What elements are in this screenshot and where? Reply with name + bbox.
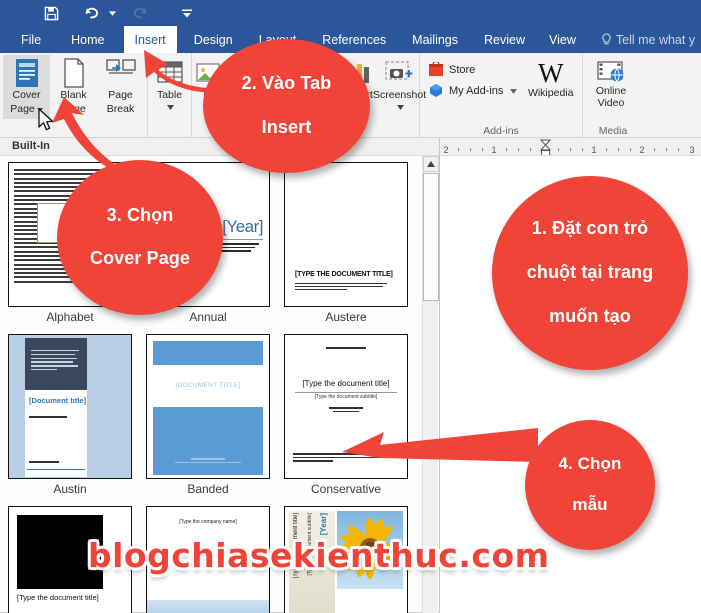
undo-icon[interactable]: [76, 0, 106, 26]
conservative-subtitle-text: [Type the document subtitle]: [314, 394, 378, 400]
ribbon-tab-strip: File Home Insert Design Layout Reference…: [0, 26, 701, 53]
screenshot-icon: [384, 58, 416, 88]
austin-title-text: [Document title]: [29, 396, 87, 405]
tab-home[interactable]: Home: [60, 26, 115, 53]
tables-group-label: [151, 124, 188, 138]
media-group-label: Media: [598, 125, 628, 137]
wikipedia-label: Wikipedia: [527, 87, 574, 99]
tab-file[interactable]: File: [10, 26, 52, 53]
row3-sunflower-year-text: [Year]: [319, 513, 328, 536]
tab-review[interactable]: Review: [473, 26, 536, 53]
callout-3-line-1: 3. Chọn: [106, 204, 174, 225]
callout-1-line-2: chuột tại trang: [526, 262, 654, 283]
table-dropdown-icon[interactable]: [167, 102, 174, 114]
row3-black-title-text: [Type the document title]: [17, 593, 99, 602]
callout-4-line-2: mẫu: [572, 495, 608, 515]
lightbulb-icon: [602, 32, 611, 44]
template-cell-austere[interactable]: [TYPE THE DOCUMENT TITLE] Austere: [284, 162, 408, 326]
template-name-conservative: Conservative: [310, 482, 382, 496]
scrollbar-thumb[interactable]: [423, 173, 439, 301]
ruler-tick-2-left: 2: [443, 145, 449, 155]
conservative-title-text: [Type the document title]: [302, 379, 390, 388]
banded-top-band: [153, 341, 263, 365]
annual-year-text: [Year]: [222, 217, 263, 236]
ribbon-group-addins: Store My Add-ins W Wikipedia Add-ins: [420, 53, 583, 138]
redo-icon[interactable]: [126, 0, 156, 26]
tab-mailings[interactable]: Mailings: [401, 26, 469, 53]
callout-2-line-2: Insert: [261, 116, 312, 137]
ribbon-tabs: File Home Insert Design Layout Reference…: [0, 26, 701, 53]
ruler-tick-3-right: 3: [689, 145, 695, 155]
conservative-header-lines: [285, 347, 407, 351]
template-thumbnail-austin[interactable]: [Document title]: [8, 334, 132, 479]
cover-page-icon: [14, 58, 40, 88]
tell-me-label: Tell me what y: [615, 32, 696, 47]
ruler-tick-2-right: 2: [639, 145, 645, 155]
banded-title-text: [DOCUMENT TITLE]: [175, 382, 241, 389]
template-cell-banded[interactable]: [DOCUMENT TITLE] Banded: [146, 334, 270, 498]
indent-marker-icon[interactable]: [539, 139, 552, 155]
callout-3: 3. Chọn Cover Page: [57, 160, 223, 315]
addins-group-label: Add-ins: [483, 125, 519, 137]
template-cell-austin[interactable]: [Document title] Austin: [8, 334, 132, 498]
arrow-to-template-conservative: [342, 428, 538, 462]
horizontal-ruler[interactable]: 2 1 1 2 3: [430, 138, 701, 156]
scroll-up-arrow-icon[interactable]: [423, 156, 439, 172]
austere-body-lines: [295, 283, 387, 292]
online-video-button[interactable]: Online Video: [586, 55, 636, 109]
callout-4: 4. Chọn mẫu: [525, 420, 655, 550]
callout-4-line-1: 4. Chọn: [558, 453, 622, 473]
wikipedia-icon: W: [537, 58, 564, 88]
my-addins-label: My Add-ins: [449, 84, 504, 97]
callout-2: 2. Vào Tab Insert: [203, 39, 370, 173]
ribbon-group-media: Online Video Media: [583, 53, 643, 138]
conservative-middle-lines: [285, 407, 407, 414]
wikipedia-button[interactable]: W Wikipedia: [522, 55, 579, 99]
ruler-tick-1-left: 1: [491, 145, 497, 155]
site-watermark: blogchiasekienthuc.com: [88, 536, 550, 575]
annual-subtitle-lines: [221, 243, 261, 254]
callout-3-line-2: Cover Page: [89, 248, 191, 269]
callout-1-line-1: 1. Đặt con trỏ: [531, 218, 649, 239]
template-thumbnail-austere[interactable]: [TYPE THE DOCUMENT TITLE]: [284, 162, 408, 307]
screenshot-button[interactable]: Screenshot: [373, 55, 426, 119]
undo-dropdown-icon[interactable]: [106, 0, 118, 26]
my-addins-dropdown-icon[interactable]: [510, 85, 518, 97]
template-thumbnail-banded[interactable]: [DOCUMENT TITLE]: [146, 334, 270, 479]
template-name-austere: Austere: [325, 310, 367, 324]
store-button[interactable]: Store: [423, 59, 522, 80]
banded-bottom-band: [153, 407, 263, 475]
blank-page-icon: [62, 58, 86, 88]
tell-me-box[interactable]: Tell me what y: [587, 26, 695, 53]
online-video-label-2: Video: [597, 96, 625, 109]
quick-access-toolbar: [0, 0, 202, 26]
customize-qat-icon[interactable]: [172, 0, 202, 26]
tab-view[interactable]: View: [538, 26, 587, 53]
template-name-banded: Banded: [187, 482, 229, 496]
word-insert-cover-page-screenshot: File Home Insert Design Layout Reference…: [0, 0, 701, 613]
template-name-austin: Austin: [53, 482, 87, 496]
online-video-icon: [596, 58, 626, 86]
austin-dark-block: [25, 338, 87, 390]
template-name-alphabet: Alphabet: [46, 310, 94, 324]
save-icon[interactable]: [36, 0, 66, 26]
store-label: Store: [449, 63, 476, 76]
my-addins-button[interactable]: My Add-ins: [423, 80, 522, 101]
online-video-label-1: Online: [595, 85, 627, 97]
template-name-annual: Annual: [189, 310, 227, 324]
store-icon: [429, 62, 443, 76]
screenshot-label: Screenshot: [373, 89, 427, 101]
callout-2-line-1: 2. Vào Tab: [241, 73, 332, 94]
my-addins-icon: [430, 84, 442, 97]
title-bar: [0, 0, 701, 26]
callout-1-line-3: muốn tạo: [549, 305, 631, 326]
austere-title-text: [TYPE THE DOCUMENT TITLE]: [295, 271, 393, 278]
row3-white-image-block: [147, 600, 269, 613]
callout-1: 1. Đặt con trỏ chuột tại trang muốn tạo: [492, 176, 688, 370]
ruler-tick-1-right: 1: [591, 145, 597, 155]
screenshot-dropdown-icon[interactable]: [397, 102, 405, 114]
row3-white-company-text: [Type the company name]: [179, 519, 237, 525]
